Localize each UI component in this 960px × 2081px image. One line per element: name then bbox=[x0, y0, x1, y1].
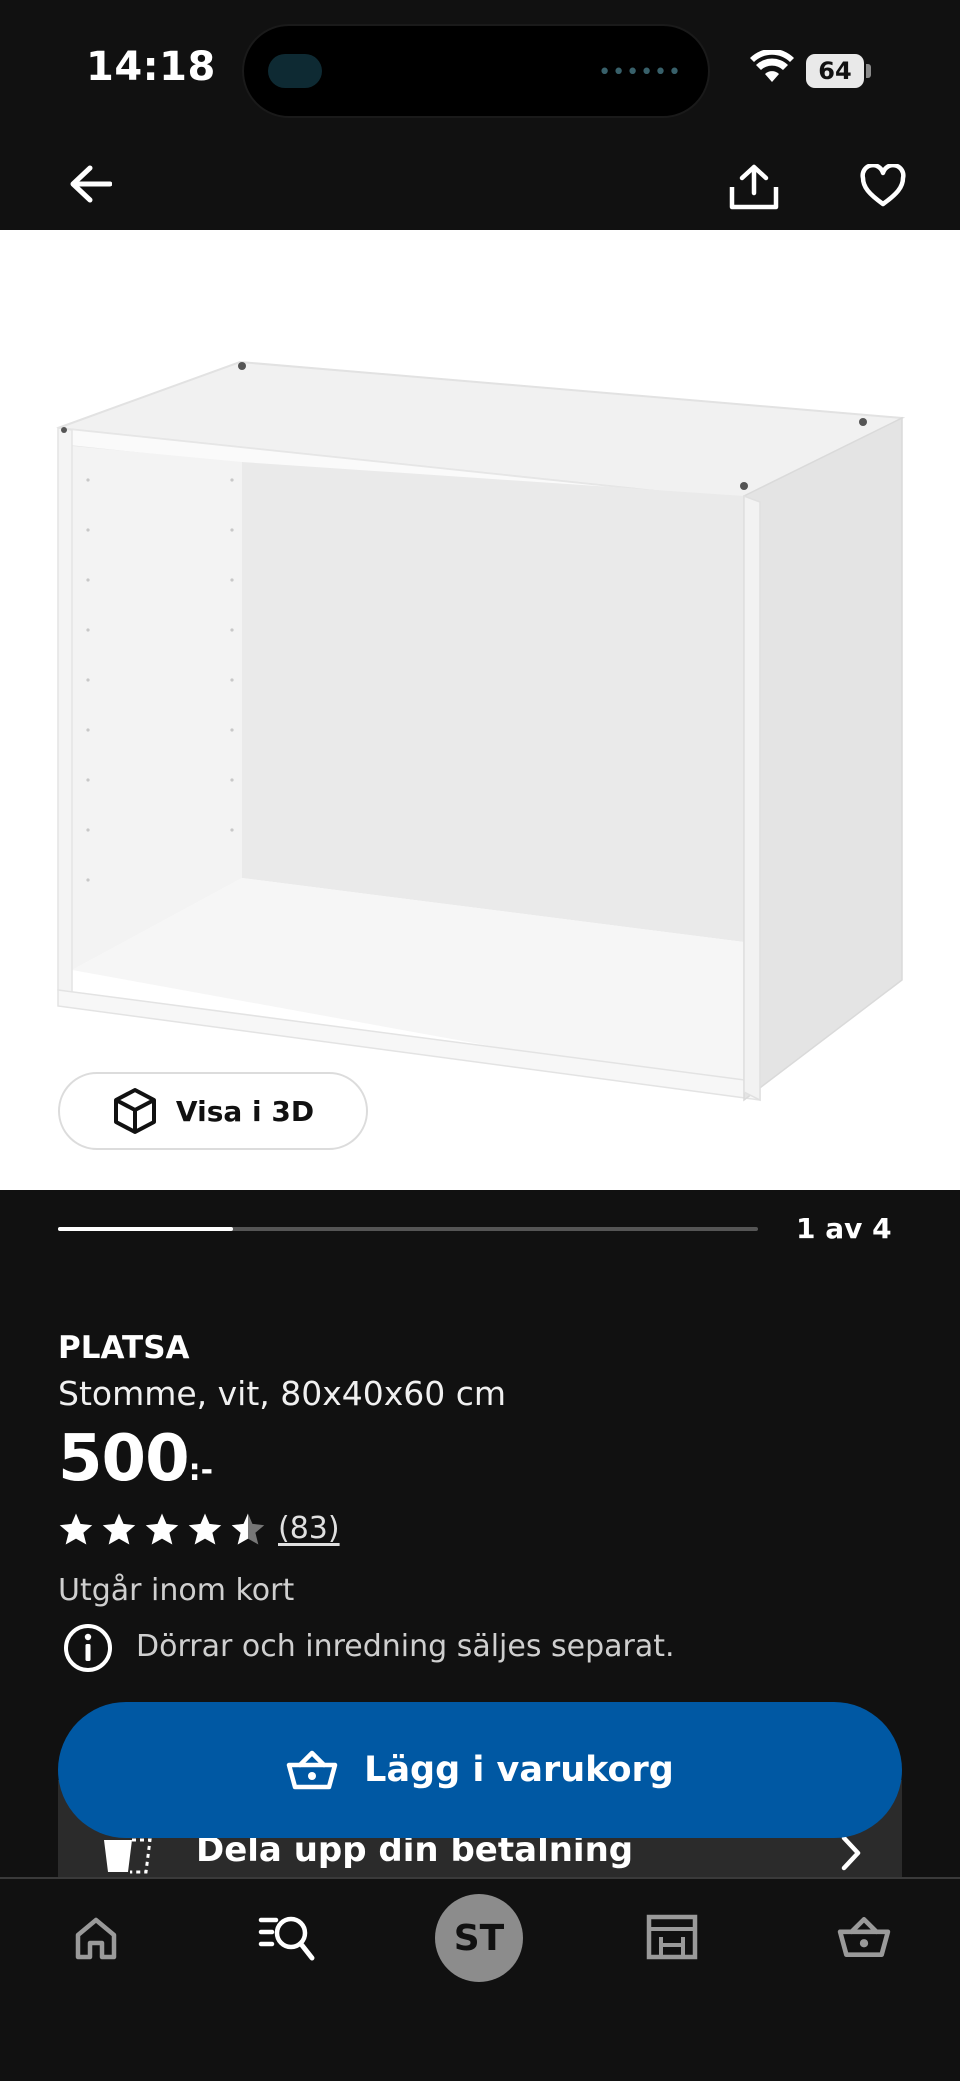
view-in-3d-button[interactable]: Visa i 3D bbox=[58, 1072, 368, 1150]
store-icon bbox=[646, 1914, 698, 1960]
heart-icon bbox=[860, 164, 906, 207]
half-star-icon bbox=[231, 1513, 265, 1545]
arrow-left-icon bbox=[70, 165, 112, 203]
wifi-icon bbox=[750, 50, 794, 82]
gallery-progress-track bbox=[58, 1227, 758, 1231]
product-image[interactable] bbox=[0, 230, 960, 1190]
product-price: 500:- bbox=[58, 1422, 213, 1496]
dynamic-island: •••••• bbox=[242, 24, 710, 118]
nav-profile-avatar[interactable]: ST bbox=[435, 1894, 523, 1982]
availability-status: Utgår inom kort bbox=[58, 1573, 295, 1608]
share-icon bbox=[729, 164, 779, 210]
star-icon bbox=[188, 1513, 222, 1545]
price-suffix: :- bbox=[188, 1453, 214, 1488]
home-icon bbox=[75, 1917, 117, 1960]
star-icon bbox=[59, 1513, 93, 1545]
cube-icon bbox=[113, 1088, 156, 1134]
battery-tip bbox=[866, 64, 871, 78]
add-to-cart-button[interactable]: Lägg i varukorg bbox=[58, 1702, 902, 1838]
gallery-progress-fill bbox=[58, 1227, 233, 1231]
add-to-cart-label: Lägg i varukorg bbox=[364, 1750, 674, 1790]
camera-indicator-icon bbox=[268, 54, 322, 88]
nav-home[interactable] bbox=[66, 1910, 126, 1966]
chevron-right-icon bbox=[841, 1835, 861, 1871]
product-description: Stomme, vit, 80x40x60 cm bbox=[58, 1374, 507, 1413]
info-note: Dörrar och inredning säljes separat. bbox=[136, 1629, 675, 1664]
star-icon bbox=[102, 1513, 136, 1545]
nav-cart[interactable] bbox=[832, 1908, 896, 1966]
basket-icon bbox=[286, 1750, 338, 1790]
star-icon bbox=[145, 1513, 179, 1545]
split-payment-icon bbox=[104, 1838, 152, 1874]
battery-indicator: 64 bbox=[806, 54, 864, 88]
search-browse-icon bbox=[258, 1916, 315, 1961]
nav-stores[interactable] bbox=[640, 1908, 704, 1966]
gallery-pager: 1 av 4 bbox=[796, 1212, 892, 1245]
share-button[interactable] bbox=[726, 158, 782, 216]
basket-icon bbox=[837, 1917, 891, 1957]
island-dots-icon: •••••• bbox=[598, 60, 682, 85]
shelf-frame-illustration bbox=[56, 360, 906, 1102]
rating-stars[interactable] bbox=[58, 1512, 266, 1546]
review-count-link[interactable]: (83) bbox=[278, 1511, 340, 1546]
info-icon bbox=[64, 1624, 112, 1672]
status-time: 14:18 bbox=[86, 44, 216, 90]
back-button[interactable] bbox=[60, 158, 120, 210]
favorite-button[interactable] bbox=[856, 160, 910, 212]
price-value: 500 bbox=[58, 1422, 190, 1496]
product-brand: PLATSA bbox=[58, 1330, 190, 1366]
nav-search-browse[interactable] bbox=[255, 1908, 319, 1968]
view-in-3d-label: Visa i 3D bbox=[175, 1094, 315, 1128]
